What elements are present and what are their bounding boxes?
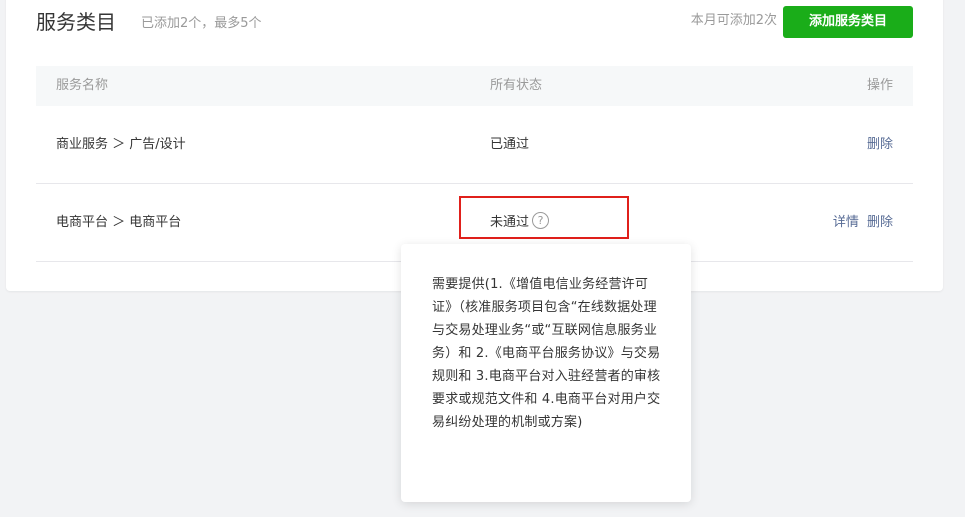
actions-cell: 删除	[863, 106, 893, 183]
monthly-quota-hint: 本月可添加2次	[690, 13, 777, 28]
column-header-status: 所有状态	[490, 78, 543, 93]
table-row: 商业服务 ＞ 广告/设计 已通过 删除	[36, 106, 913, 184]
actions-cell: 详情 删除	[829, 184, 893, 261]
service-name-cell: 电商平台 ＞ 电商平台	[56, 215, 182, 230]
delete-link[interactable]: 删除	[867, 137, 893, 152]
table-header: 服务名称 所有状态 操作	[36, 66, 913, 106]
delete-link[interactable]: 删除	[867, 215, 893, 230]
page-title: 服务类目	[36, 10, 116, 34]
service-name-cell: 商业服务 ＞ 广告/设计	[56, 137, 186, 152]
status-text: 未通过	[490, 215, 530, 230]
add-service-category-button[interactable]: 添加服务类目	[783, 6, 913, 38]
column-header-actions: 操作	[866, 78, 893, 93]
tooltip-text: 需要提供(1.《增值电信业务经营许可证》（核准服务项目包含“在线数据处理与交易处…	[432, 277, 661, 430]
category-count-hint: 已添加2个，最多5个	[141, 16, 262, 31]
status-cell: 已通过	[490, 137, 530, 152]
question-mark-icon[interactable]: ?	[532, 212, 550, 229]
service-category-table: 服务名称 所有状态 操作 商业服务 ＞ 广告/设计 已通过 删除 电商平台 ＞ …	[36, 66, 913, 262]
details-link[interactable]: 详情	[833, 215, 859, 230]
rejection-reason-tooltip: 需要提供(1.《增值电信业务经营许可证》（核准服务项目包含“在线数据处理与交易处…	[401, 244, 691, 502]
column-header-service-name: 服务名称	[56, 78, 109, 93]
